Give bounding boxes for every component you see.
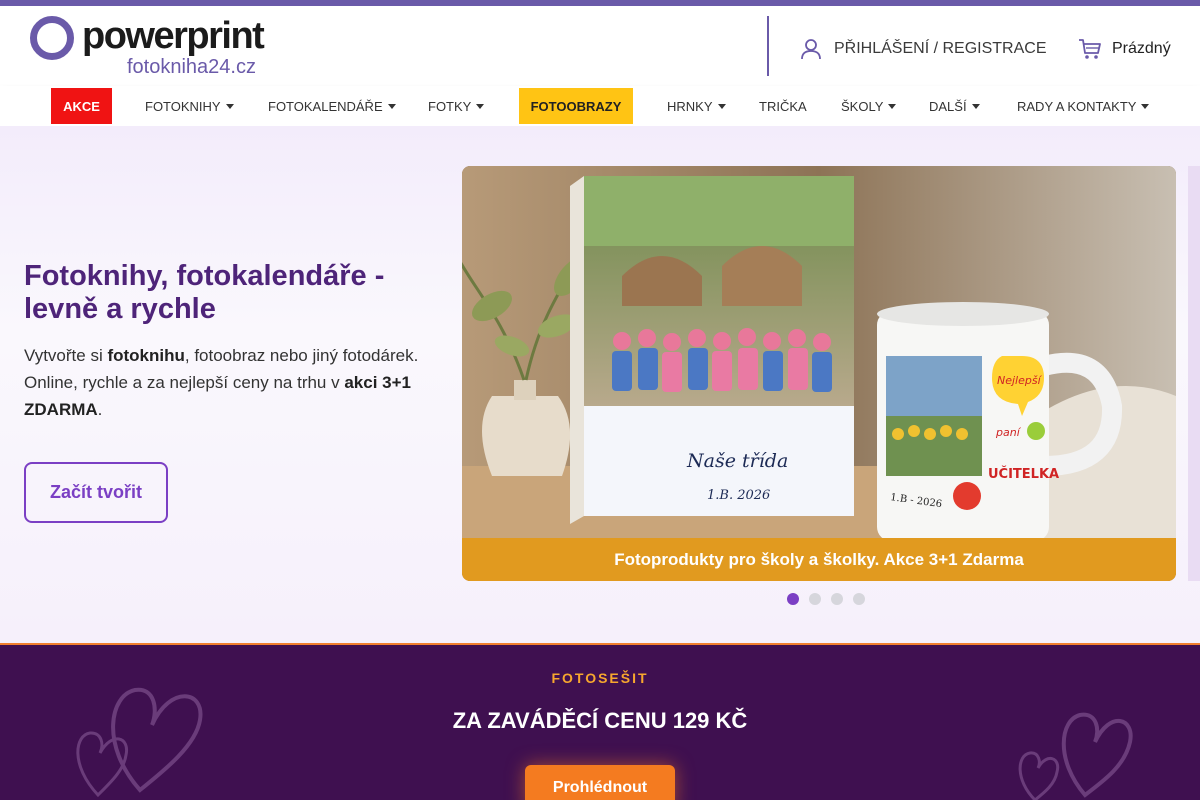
site-logo[interactable]: powerprint fotokniha24.cz [30, 15, 270, 78]
nav-item-hrnky[interactable]: HRNKY [667, 86, 726, 126]
nav-item-label: RADY A KONTAKTY [1017, 98, 1137, 114]
nav-item-fotky[interactable]: FOTKY [428, 86, 485, 126]
caret-down-icon [225, 103, 234, 109]
hero-slide-image[interactable]: Naše třída 1.B. 2026 1.B - 2026 Nejlepší… [462, 166, 1176, 581]
nav-item-skoly[interactable]: ŠKOLY [841, 86, 897, 126]
logo-name: powerprint [82, 15, 265, 57]
nav-item-dalsi[interactable]: DALŠÍ [929, 86, 980, 126]
hero-description: Vytvořte si fotoknihu, fotoobraz nebo ji… [24, 342, 424, 423]
login-register-label: PŘIHLÁŠENÍ / REGISTRACE [834, 40, 1047, 57]
hero-text-part: . [97, 400, 103, 419]
nav-item-akce[interactable]: AKCE [51, 88, 112, 124]
slider-dot-3[interactable] [831, 593, 843, 605]
nav-item-label: FOTOKALENDÁŘE [268, 98, 383, 114]
nav-item-label: AKCE [63, 98, 100, 114]
header-divider [767, 16, 769, 76]
promo-banner: FOTOSEŠIT ZA ZAVÁDĚCÍ CENU 129 KČ Prohlé… [0, 643, 1200, 800]
hero-title: Fotoknihy, fotokalendáře - levně a rychl… [24, 260, 385, 325]
book-cover-title: Naše třída [686, 450, 788, 472]
promo-title: ZA ZAVÁDĚCÍ CENU 129 KČ [452, 708, 748, 733]
hero-text-part: Vytvořte si [24, 346, 108, 365]
mug-text-1: paní [995, 426, 1022, 439]
nav-item-label: FOTOOBRAZY [530, 98, 622, 114]
login-register-link[interactable]: PŘIHLÁŠENÍ / REGISTRACE [800, 36, 1047, 62]
logo-domain: fotokniha24.cz [127, 56, 256, 78]
nav-item-label: HRNKY [667, 98, 713, 114]
slider-dot-2[interactable] [809, 593, 821, 605]
user-icon [801, 39, 821, 60]
caret-down-icon [476, 103, 485, 109]
start-creating-button[interactable]: Začít tvořit [24, 462, 168, 523]
cart-status-label: Prázdný [1112, 40, 1171, 57]
main-navigation: AKCE FOTOKNIHY FOTOKALENDÁŘE FOTKY FOTOO… [0, 86, 1200, 126]
caret-down-icon [717, 103, 726, 109]
cart-link[interactable]: Prázdný [1078, 36, 1171, 62]
caret-down-icon [971, 103, 980, 109]
book-cover-date: 1.B. 2026 [707, 488, 770, 503]
site-header: powerprint fotokniha24.cz PŘIHLÁŠENÍ / R… [0, 6, 1200, 86]
slider-pagination [787, 593, 865, 605]
slider-dot-4[interactable] [853, 593, 865, 605]
promo-kicker: FOTOSEŠIT [551, 670, 649, 686]
caret-down-icon [387, 103, 396, 109]
caret-down-icon [1141, 103, 1150, 109]
nav-item-fotoobrazy[interactable]: FOTOOBRAZY [519, 88, 633, 124]
mug-bubble-text: Nejlepší [997, 374, 1043, 387]
nav-item-label: ŠKOLY [841, 98, 884, 114]
nav-item-label: FOTOKNIHY [145, 98, 221, 114]
nav-item-tricka[interactable]: TRIČKA [759, 86, 807, 126]
nav-item-fotoknihy[interactable]: FOTOKNIHY [145, 86, 234, 126]
nav-item-label: FOTKY [428, 98, 472, 114]
nav-item-rady-a-kontakty[interactable]: RADY A KONTAKTY [1017, 86, 1150, 126]
cart-icon [1079, 39, 1101, 59]
nav-item-label: DALŠÍ [929, 98, 967, 114]
caret-down-icon [888, 103, 897, 109]
nav-item-fotokalendare[interactable]: FOTOKALENDÁŘE [268, 86, 396, 126]
next-slide-peek [1188, 166, 1200, 581]
mug-text-2: UČITELKA [988, 466, 1059, 482]
slider-dot-1[interactable] [787, 593, 799, 605]
photobook-and-mug-illustration: Naše třída 1.B. 2026 1.B - 2026 Nejlepší… [462, 166, 1176, 538]
nav-item-label: TRIČKA [759, 98, 807, 114]
browse-button[interactable]: Prohlédnout [525, 765, 675, 800]
logo-ring-icon [30, 16, 74, 60]
hero-section: Fotoknihy, fotokalendáře - levně a rychl… [0, 126, 1200, 643]
hero-text-bold: fotoknihu [107, 346, 185, 365]
slide-caption: Fotoprodukty pro školy a školky. Akce 3+… [462, 538, 1176, 581]
